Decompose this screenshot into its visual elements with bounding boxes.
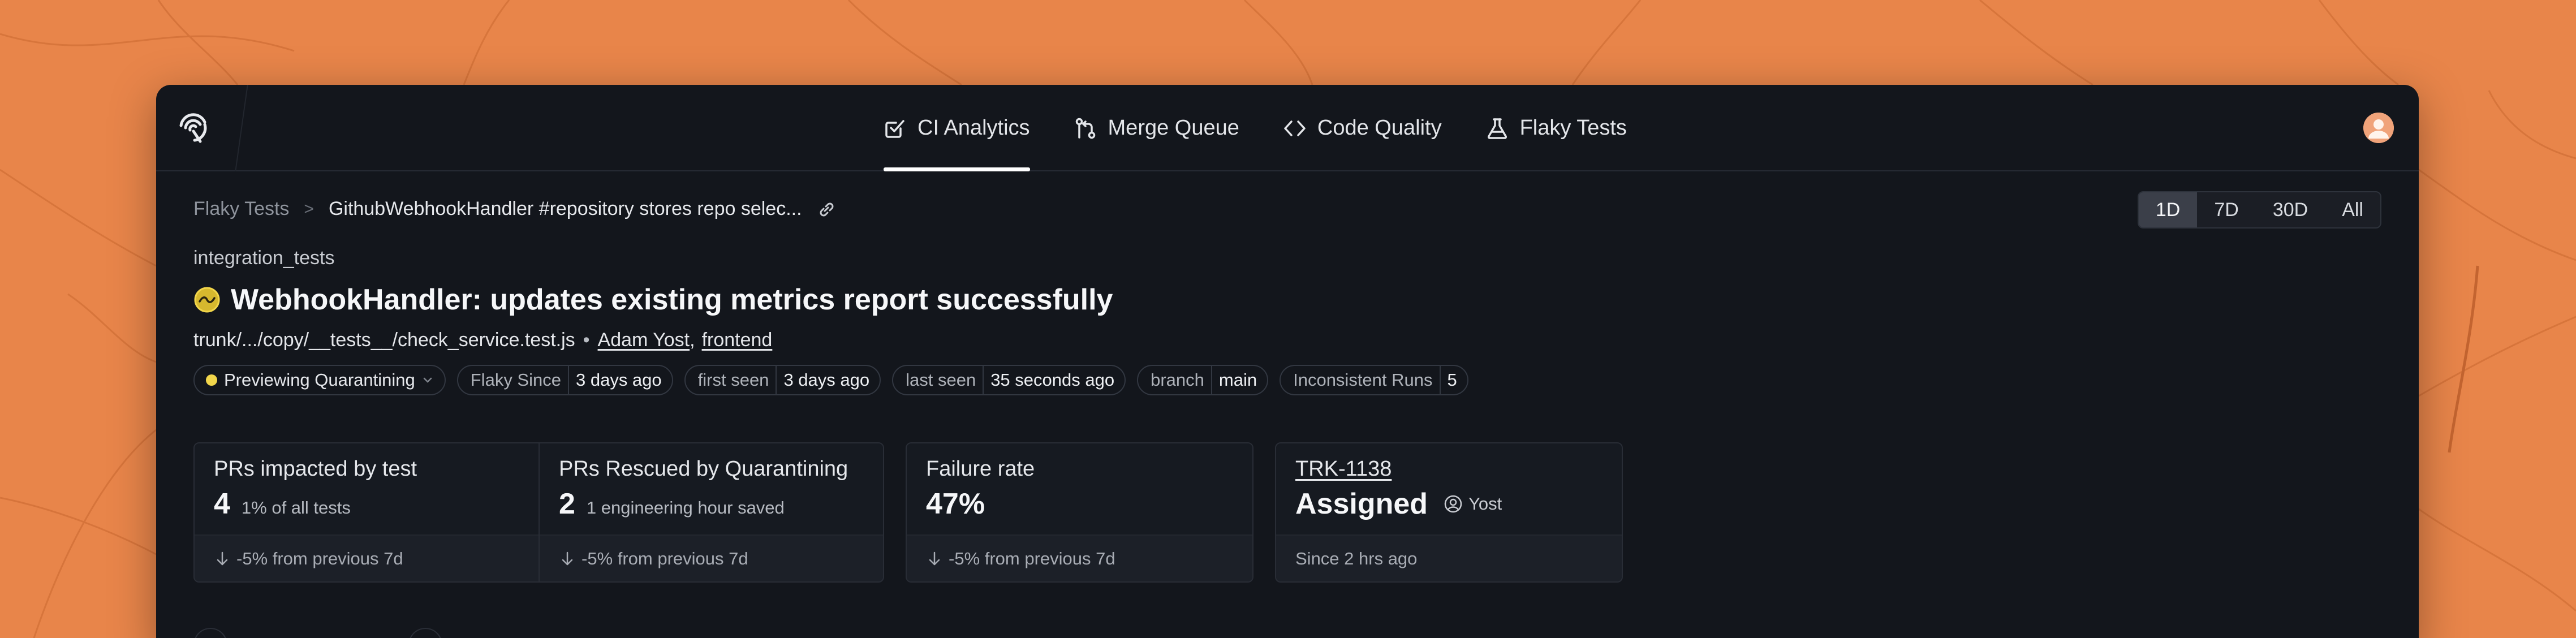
range-all-button[interactable]: All bbox=[2325, 192, 2380, 227]
status-dot bbox=[206, 374, 217, 386]
breadcrumb-current: GithubWebhookHandler #repository stores … bbox=[328, 198, 802, 219]
time-range-selector: 1D 7D 30D All bbox=[2137, 191, 2381, 229]
app-window: CI Analytics Merge Queue Code Quality Fl… bbox=[156, 85, 2419, 638]
chip-label: first seen bbox=[697, 370, 769, 390]
stat-label: PRs impacted by test bbox=[214, 457, 417, 481]
tab-code-quality[interactable]: Code Quality bbox=[1283, 85, 1442, 171]
ticket-group: TRK-1138 Assigned Yost Since 2 hrs ago bbox=[1275, 442, 1623, 583]
stat-subtext: 1% of all tests bbox=[241, 498, 351, 518]
chip-value: 3 days ago bbox=[776, 366, 880, 394]
arrow-down-icon bbox=[562, 551, 573, 565]
meta-separator: • bbox=[583, 329, 590, 351]
chevron-down-icon bbox=[423, 377, 432, 383]
code-icon bbox=[1284, 120, 1306, 136]
tab-label: Flaky Tests bbox=[1519, 116, 1627, 140]
chip-value: 5 bbox=[1439, 366, 1467, 394]
stat-card-ticket: TRK-1138 Assigned Yost Since 2 hrs ago bbox=[1276, 443, 1622, 581]
assignee[interactable]: Yost bbox=[1444, 494, 1502, 514]
chip-branch: branch main bbox=[1137, 365, 1269, 395]
checkbox-icon bbox=[885, 119, 904, 138]
chip-value: 3 days ago bbox=[567, 366, 672, 394]
breadcrumb-flaky-tests[interactable]: Flaky Tests bbox=[193, 198, 289, 220]
tab-merge-queue[interactable]: Merge Queue bbox=[1074, 85, 1239, 171]
stat-trend: -5% from previous 7d bbox=[236, 548, 403, 568]
chip-last-seen: last seen 35 seconds ago bbox=[892, 365, 1126, 395]
chip-inconsistent-runs: Inconsistent Runs 5 bbox=[1280, 365, 1468, 395]
range-1d-button[interactable]: 1D bbox=[2138, 192, 2198, 227]
stat-trend: -5% from previous 7d bbox=[581, 548, 748, 568]
chip-value: main bbox=[1211, 366, 1267, 394]
arrow-down-icon bbox=[929, 551, 940, 565]
breadcrumb-separator: > bbox=[304, 199, 314, 218]
user-avatar-icon bbox=[2363, 113, 2394, 143]
status-label: Previewing Quarantining bbox=[224, 370, 415, 390]
breadcrumb: Flaky Tests > GithubWebhookHandler #repo… bbox=[193, 198, 836, 220]
tab-label: Code Quality bbox=[1317, 116, 1442, 140]
top-navigation: CI Analytics Merge Queue Code Quality Fl… bbox=[156, 85, 2419, 171]
avatar[interactable] bbox=[2363, 113, 2394, 143]
page-title: WebhookHandler: updates existing metrics… bbox=[231, 283, 1113, 316]
chip-first-seen: first seen 3 days ago bbox=[684, 365, 881, 395]
chip-label: branch bbox=[1151, 370, 1204, 390]
failure-rate-group: Failure rate 47% -5% from previous 7d bbox=[906, 442, 1253, 583]
meta-comma: , bbox=[690, 329, 695, 351]
logo-divider bbox=[235, 85, 248, 171]
quarantine-status-dropdown[interactable]: Previewing Quarantining bbox=[193, 365, 446, 395]
stat-card-prs-impacted: PRs impacted by test 4 1% of all tests -… bbox=[195, 443, 539, 581]
stat-value: 2 bbox=[559, 488, 575, 520]
trunk-logo-icon[interactable] bbox=[175, 109, 212, 145]
pr-stats-group: PRs impacted by test 4 1% of all tests -… bbox=[193, 442, 884, 583]
arrow-down-icon bbox=[217, 551, 228, 565]
link-icon[interactable] bbox=[817, 200, 836, 219]
owner-link[interactable]: Adam Yost bbox=[598, 329, 690, 351]
stat-label: PRs Rescued by Quarantining bbox=[559, 457, 848, 481]
assignee-name: Yost bbox=[1468, 494, 1502, 514]
ticket-since: Since 2 hrs ago bbox=[1295, 548, 1418, 568]
stat-value: 47% bbox=[926, 488, 985, 520]
tab-ci-analytics[interactable]: CI Analytics bbox=[884, 85, 1030, 171]
ticket-link[interactable]: TRK-1138 bbox=[1295, 457, 1603, 481]
page-title-row: WebhookHandler: updates existing metrics… bbox=[193, 283, 1113, 317]
flaky-status-icon bbox=[194, 287, 220, 313]
user-circle-icon bbox=[1444, 495, 1462, 513]
stat-card-prs-rescued: PRs Rescued by Quarantining 2 1 engineer… bbox=[539, 443, 883, 581]
test-meta: trunk/.../copy/__tests__/check_service.t… bbox=[193, 329, 772, 351]
range-30d-button[interactable]: 30D bbox=[2256, 192, 2325, 227]
chip-flaky-since: Flaky Since 3 days ago bbox=[456, 365, 673, 395]
tab-flaky-tests[interactable]: Flaky Tests bbox=[1486, 85, 1627, 171]
stat-trend: -5% from previous 7d bbox=[949, 548, 1115, 568]
test-info-chips: Previewing Quarantining Flaky Since 3 da… bbox=[193, 365, 1480, 395]
section-edge bbox=[193, 628, 227, 638]
chip-label: Inconsistent Runs bbox=[1293, 370, 1433, 390]
chip-label: last seen bbox=[906, 370, 976, 390]
stat-subtext: 1 engineering hour saved bbox=[586, 498, 785, 518]
ticket-status: Assigned bbox=[1295, 488, 1428, 520]
range-7d-button[interactable]: 7D bbox=[2197, 192, 2255, 227]
team-link[interactable]: frontend bbox=[702, 329, 773, 351]
test-suite-name: integration_tests bbox=[193, 247, 335, 269]
tab-label: Merge Queue bbox=[1108, 116, 1239, 140]
flask-icon bbox=[1487, 118, 1507, 139]
tab-label: CI Analytics bbox=[917, 116, 1030, 140]
chip-label: Flaky Since bbox=[470, 370, 561, 390]
git-merge-icon bbox=[1075, 118, 1095, 139]
test-file-path: trunk/.../copy/__tests__/check_service.t… bbox=[193, 329, 575, 351]
stat-label: Failure rate bbox=[926, 457, 1035, 481]
nav-tabs: CI Analytics Merge Queue Code Quality Fl… bbox=[884, 85, 1671, 171]
stat-card-failure-rate: Failure rate 47% -5% from previous 7d bbox=[907, 443, 1252, 581]
chip-value: 35 seconds ago bbox=[983, 366, 1125, 394]
section-edge bbox=[408, 628, 442, 638]
next-section-peek bbox=[193, 628, 623, 638]
stat-value: 4 bbox=[214, 488, 230, 520]
